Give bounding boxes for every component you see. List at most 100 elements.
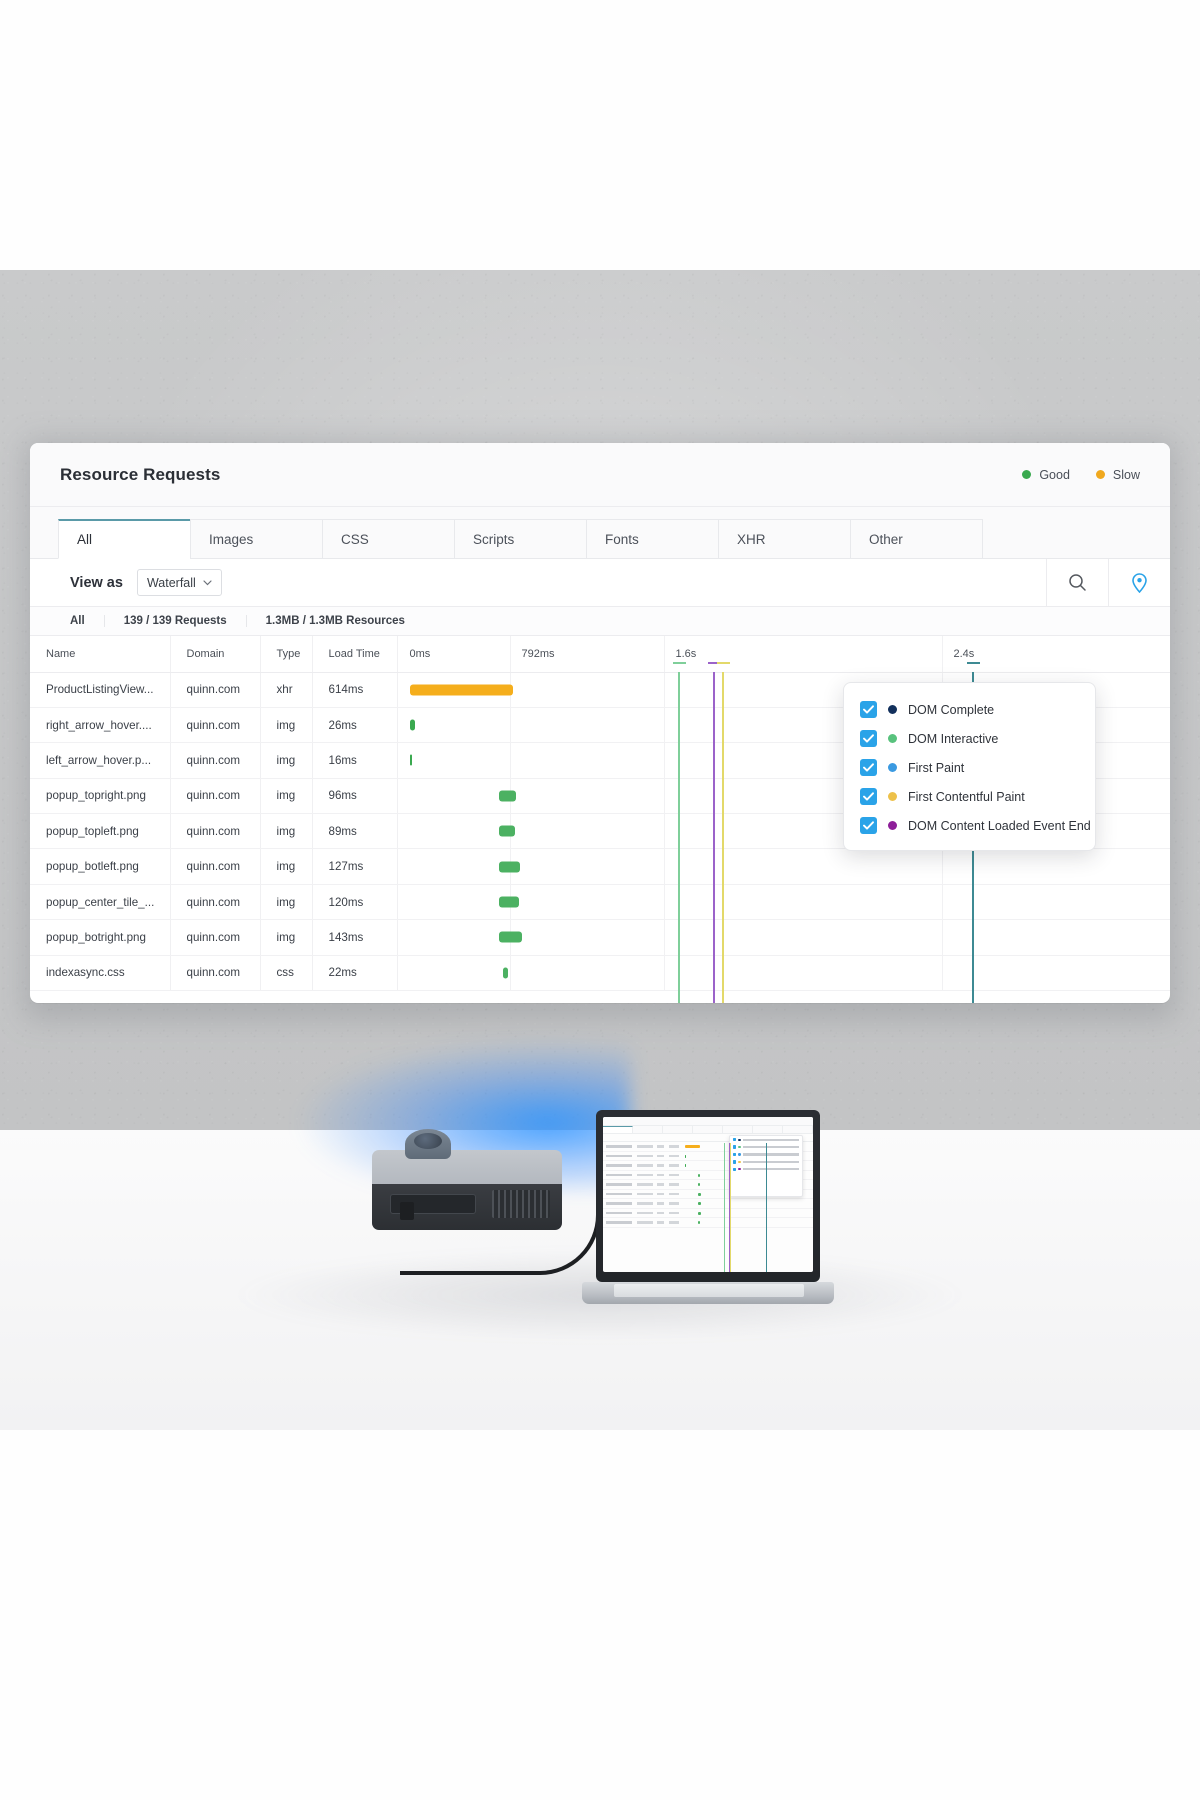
metrics-popup-item[interactable]: First Paint <box>844 753 1095 782</box>
cell-load-time: 614ms <box>312 672 398 708</box>
tab-css[interactable]: CSS <box>322 519 455 559</box>
waterfall-bar[interactable] <box>409 684 513 696</box>
metrics-pin-icon <box>1131 572 1148 593</box>
projector-cable <box>400 1205 600 1275</box>
table-row[interactable]: popup_botright.png quinn.com img 143ms <box>30 919 1170 956</box>
tab-scripts[interactable]: Scripts <box>454 519 587 559</box>
metric-color-dot <box>888 705 897 714</box>
waterfall-axis-ticks: 0ms 792ms 1.6s 2.4s <box>398 636 1171 672</box>
checkbox-checked[interactable] <box>860 730 877 747</box>
tab-fonts[interactable]: Fonts <box>586 519 719 559</box>
tab-xhr[interactable]: XHR <box>718 519 851 559</box>
cell-waterfall <box>397 848 1170 885</box>
summary-scope: All <box>70 615 105 627</box>
column-header-domain[interactable]: Domain <box>170 636 261 673</box>
cell-waterfall <box>397 919 1170 956</box>
tab-label: Other <box>869 531 903 547</box>
cell-type: css <box>260 955 313 992</box>
axis-tick-label: 1.6s <box>675 648 697 660</box>
view-as-label: View as <box>70 574 123 591</box>
cell-waterfall <box>397 884 1170 921</box>
cell-domain: quinn.com <box>170 884 261 921</box>
axis-tick-label: 792ms <box>521 648 555 660</box>
table-row[interactable]: popup_botleft.png quinn.com img 127ms <box>30 848 1170 885</box>
view-as-value: Waterfall <box>146 575 196 590</box>
scene-upper-background <box>0 0 1200 270</box>
cell-type: xhr <box>260 672 313 708</box>
waterfall-bar[interactable] <box>498 931 522 943</box>
axis-tick-label: 0ms <box>409 648 431 660</box>
cell-type: img <box>260 778 313 815</box>
metrics-filter-popup[interactable]: DOM Complete DOM Interactive First Paint Fi… <box>843 682 1096 851</box>
projector-cable-connector <box>400 1202 414 1220</box>
metric-color-dot <box>888 734 897 743</box>
tab-other[interactable]: Other <box>850 519 983 559</box>
tab-all[interactable]: All <box>58 519 191 559</box>
metrics-popup-label: First Paint <box>908 760 965 775</box>
metrics-popup-item[interactable]: DOM Content Loaded Event End <box>844 811 1095 840</box>
tab-label: CSS <box>341 531 369 547</box>
metrics-popup-item[interactable]: First Contentful Paint <box>844 782 1095 811</box>
waterfall-bar[interactable] <box>498 861 520 873</box>
checkbox-checked[interactable] <box>860 759 877 776</box>
tab-label: Images <box>209 531 254 547</box>
cell-load-time: 26ms <box>312 707 398 744</box>
metrics-popup-label: DOM Complete <box>908 702 995 717</box>
waterfall-bar[interactable] <box>409 719 415 731</box>
mini-row <box>603 1199 813 1209</box>
cell-load-time: 16ms <box>312 742 398 779</box>
view-as-group: View as Waterfall <box>70 569 222 596</box>
cell-type: img <box>260 848 313 885</box>
checkbox-checked[interactable] <box>860 701 877 718</box>
cell-domain: quinn.com <box>170 813 261 850</box>
table-row[interactable]: indexasync.css quinn.com css 22ms <box>30 955 1170 992</box>
column-header-waterfall-axis: 0ms 792ms 1.6s 2.4s <box>397 636 1171 673</box>
axis-tick-label: 2.4s <box>953 648 975 660</box>
metric-color-dot <box>888 763 897 772</box>
waterfall-bar[interactable] <box>409 754 412 766</box>
waterfall-bar[interactable] <box>498 896 519 908</box>
waterfall-bar[interactable] <box>498 790 516 802</box>
laptop-lid <box>596 1110 820 1282</box>
cell-load-time: 127ms <box>312 848 398 885</box>
cell-name: left_arrow_hover.p... <box>30 742 171 779</box>
tab-label: Fonts <box>605 531 639 547</box>
legend-label-slow: Slow <box>1112 467 1140 482</box>
search-button[interactable] <box>1046 558 1108 607</box>
metrics-popup-item[interactable]: DOM Complete <box>844 695 1095 724</box>
cell-domain: quinn.com <box>170 707 261 744</box>
mini-row <box>603 1209 813 1218</box>
view-as-select[interactable]: Waterfall <box>136 569 222 596</box>
toolbar-actions <box>1046 558 1170 607</box>
checkbox-checked[interactable] <box>860 817 877 834</box>
checkbox-checked[interactable] <box>860 788 877 805</box>
cell-name: popup_botleft.png <box>30 848 171 885</box>
laptop-mirrored-ui <box>603 1117 813 1272</box>
cell-domain: quinn.com <box>170 672 261 708</box>
mini-marker-line <box>723 1143 725 1272</box>
mini-row <box>603 1218 813 1228</box>
column-header-name[interactable]: Name <box>30 636 171 673</box>
cell-domain: quinn.com <box>170 955 261 992</box>
waterfall-bar[interactable] <box>502 967 508 979</box>
performance-legend: Good Slow <box>1022 468 1140 482</box>
metrics-popup-label: DOM Content Loaded Event End <box>908 818 1091 833</box>
scene-lower-background <box>0 1430 1200 1800</box>
column-header-load-time[interactable]: Load Time <box>312 636 398 673</box>
table-row[interactable]: popup_center_tile_... quinn.com img 120ms <box>30 884 1170 921</box>
cell-name: ProductListingView... <box>30 672 171 708</box>
metrics-popup-item[interactable]: DOM Interactive <box>844 724 1095 753</box>
resource-type-tabs: All Images CSS Scripts Fonts XHR Other <box>30 507 1170 559</box>
laptop-screen <box>603 1117 813 1272</box>
cell-load-time: 22ms <box>312 955 398 992</box>
tab-images[interactable]: Images <box>190 519 323 559</box>
cell-name: popup_topleft.png <box>30 813 171 850</box>
column-header-type[interactable]: Type <box>260 636 313 673</box>
waterfall-bar[interactable] <box>498 825 515 837</box>
mini-header <box>603 1117 813 1126</box>
cell-name: popup_topright.png <box>30 778 171 815</box>
cell-name: right_arrow_hover.... <box>30 707 171 744</box>
summary-requests: 139 / 139 Requests <box>105 615 247 627</box>
metrics-filter-button[interactable] <box>1108 558 1170 607</box>
cell-load-time: 89ms <box>312 813 398 850</box>
